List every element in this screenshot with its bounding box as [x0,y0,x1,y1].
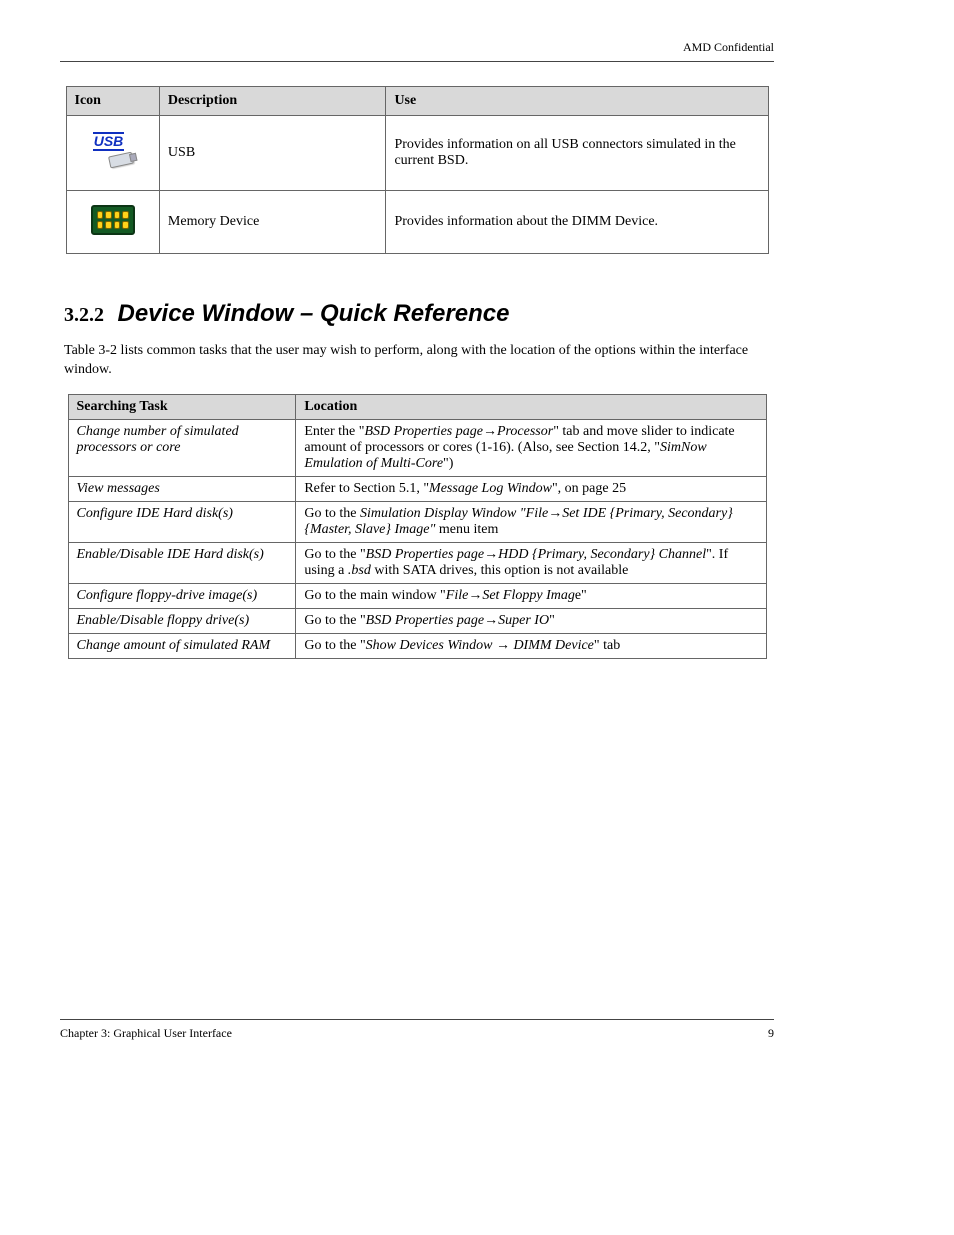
search-cell: View messages [68,476,296,501]
section-title: Device Window – Quick Reference [118,300,510,327]
icon-table: Icon Description Use USB USB Provides in… [66,86,769,254]
common-head-location: Location [296,394,766,419]
table-row: Enable/Disable IDE Hard disk(s)Go to the… [68,542,766,583]
location-cell: Go to the main window "File→Set Floppy I… [296,583,766,608]
common-table: Searching Task Location Change number of… [68,394,767,659]
page-header-right: AMD Confidential [60,0,774,62]
search-cell: Change amount of simulated RAM [68,633,296,658]
icon-desc: Memory Device [159,191,386,254]
search-cell: Change number of simulated processors or… [68,419,296,476]
table-row: Change number of simulated processors or… [68,419,766,476]
location-cell: Go to the "BSD Properties page→Super IO" [296,608,766,633]
icon-use: Provides information on all USB connecto… [386,116,768,191]
location-cell: Enter the "BSD Properties page→Processor… [296,419,766,476]
search-cell: Configure IDE Hard disk(s) [68,501,296,542]
usb-icon: USB [91,132,135,170]
search-cell: Configure floppy-drive image(s) [68,583,296,608]
location-cell: Go to the "Show Devices Window → DIMM De… [296,633,766,658]
table-row: Configure floppy-drive image(s)Go to the… [68,583,766,608]
search-cell: Enable/Disable floppy drive(s) [68,608,296,633]
location-cell: Go to the Simulation Display Window "Fil… [296,501,766,542]
icon-table-head-icon: Icon [66,87,159,116]
table-row: Memory Device Provides information about… [66,191,768,254]
table-row: USB USB Provides information on all USB … [66,116,768,191]
footer-left: Chapter 3: Graphical User Interface [60,1026,232,1041]
footer-right: 9 [768,1026,774,1041]
table-row: View messagesRefer to Section 5.1, "Mess… [68,476,766,501]
location-cell: Refer to Section 5.1, "Message Log Windo… [296,476,766,501]
icon-table-head-use: Use [386,87,768,116]
icon-use: Provides information about the DIMM Devi… [386,191,768,254]
icon-desc: USB [159,116,386,191]
table-row: Change amount of simulated RAMGo to the … [68,633,766,658]
search-cell: Enable/Disable IDE Hard disk(s) [68,542,296,583]
common-head-search: Searching Task [68,394,296,419]
section-number: 3.2.2 [64,304,104,327]
icon-table-head-desc: Description [159,87,386,116]
intro-paragraph: Table 3-2 lists common tasks that the us… [60,342,774,380]
table-row: Enable/Disable floppy drive(s)Go to the … [68,608,766,633]
memory-chip-icon [91,205,135,235]
section-heading: 3.2.2 Device Window – Quick Reference [60,276,774,328]
page-footer: Chapter 3: Graphical User Interface 9 [60,1019,774,1041]
location-cell: Go to the "BSD Properties page→HDD {Prim… [296,542,766,583]
table-row: Configure IDE Hard disk(s)Go to the Simu… [68,501,766,542]
